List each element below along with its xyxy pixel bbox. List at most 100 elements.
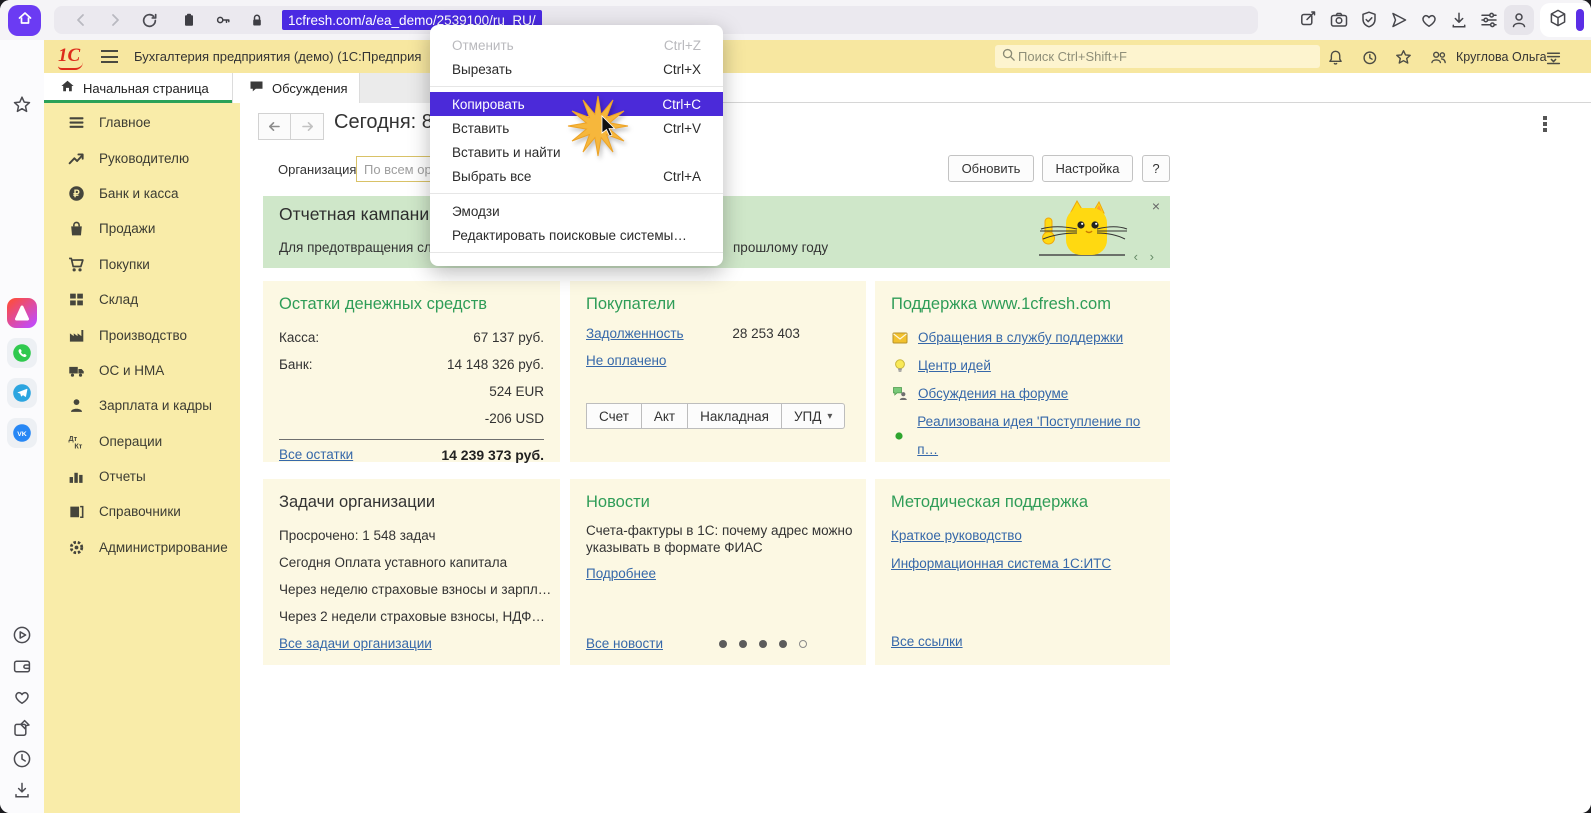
settings-button[interactable]: Настройка [1042, 155, 1133, 182]
browser-home-button[interactable] [8, 5, 41, 36]
telegram-icon[interactable] [7, 378, 37, 408]
svg-text:₽: ₽ [73, 189, 80, 200]
context-menu-item[interactable]: Редактировать поисковые системы… [430, 223, 723, 247]
methodical-link[interactable]: Краткое руководство [891, 528, 1022, 543]
heart-icon[interactable] [12, 687, 32, 707]
debt-link[interactable]: Задолженность [586, 326, 684, 341]
users-icon[interactable] [1429, 48, 1447, 66]
shopping-bag-icon [68, 220, 85, 237]
bookmarks-heart-icon[interactable] [1418, 9, 1440, 31]
reload-icon[interactable] [138, 9, 160, 31]
download-icon[interactable] [1448, 9, 1470, 31]
clipboard-icon[interactable] [178, 9, 200, 31]
banner-close-icon[interactable]: × [1152, 198, 1160, 214]
history-clock-icon[interactable] [12, 749, 32, 769]
refresh-button[interactable]: Обновить [948, 155, 1034, 182]
tab-discussions[interactable]: Обсуждения [233, 73, 360, 103]
favorites-icon[interactable] [1394, 48, 1412, 66]
document-button[interactable]: Акт [641, 403, 689, 429]
screenshot-camera-icon[interactable] [1328, 9, 1350, 31]
news-footer: Все новости [586, 636, 850, 651]
more-menu-icon[interactable] [1543, 116, 1547, 134]
history-icon[interactable] [1360, 48, 1378, 66]
banner-prev-icon[interactable]: ‹ [1134, 249, 1138, 264]
document-button[interactable]: УПД [781, 403, 846, 429]
carousel-dot[interactable] [758, 639, 767, 648]
key-icon[interactable] [212, 9, 234, 31]
whatsapp-icon[interactable] [7, 338, 37, 368]
banner-title: Отчетная кампани [279, 204, 430, 224]
news-more-link[interactable]: Подробнее [586, 566, 656, 581]
extensions-cube-icon[interactable] [1548, 8, 1568, 33]
support-link-row: Центр идей [891, 352, 1154, 380]
downloads-icon[interactable] [12, 780, 32, 800]
document-button[interactable]: Накладная [688, 403, 782, 429]
all-links-link[interactable]: Все ссылки [891, 634, 963, 649]
profile-user-icon[interactable] [1504, 5, 1534, 35]
user-name[interactable]: Круглова Ольга [1456, 50, 1547, 64]
lock-icon[interactable] [246, 9, 268, 31]
carousel-dot[interactable] [778, 639, 787, 648]
sidebar-item[interactable]: Зарплата и кадры [44, 388, 240, 423]
all-balances-link[interactable]: Все остатки [279, 447, 353, 462]
sidebar-toggle-bar[interactable] [1576, 9, 1584, 31]
vk-icon[interactable]: VK [7, 418, 37, 448]
protect-shield-icon[interactable] [1358, 9, 1380, 31]
sidebar-item[interactable]: Руководителю [44, 140, 240, 175]
sidebar-item[interactable]: Главное [44, 105, 240, 140]
forward-icon[interactable] [104, 9, 126, 31]
sidebar-item[interactable]: Справочники [44, 494, 240, 529]
all-news-link[interactable]: Все новости [586, 636, 663, 651]
sidebar-item[interactable]: Производство [44, 317, 240, 352]
browser-toolbar: 1cfresh.com/a/ea_demo/2539100/ru_RU/ [0, 0, 1591, 40]
search-input[interactable] [1016, 48, 1286, 65]
tab-home-page[interactable]: Начальная страница [44, 73, 233, 103]
app-tab-bar: Начальная страница Обсуждения [44, 73, 1591, 103]
support-link-row: Реализована идея 'Поступление по п… [891, 408, 1154, 464]
context-menu-item[interactable]: Вырезать Ctrl+X [430, 57, 723, 81]
carousel-dot[interactable] [798, 639, 807, 648]
svg-text:Кт: Кт [74, 441, 82, 449]
help-button[interactable]: ? [1142, 155, 1170, 182]
back-icon[interactable] [70, 9, 92, 31]
support-link[interactable]: Реализована идея 'Поступление по п… [917, 408, 1154, 464]
sidebar-item[interactable]: ОС и НМА [44, 353, 240, 388]
compose-icon[interactable] [1298, 9, 1320, 31]
cash-row: -206 USD [484, 411, 544, 426]
app-search[interactable] [995, 45, 1320, 68]
service-menu-icon[interactable] [1544, 48, 1562, 66]
methodical-link[interactable]: Информационная система 1С:ИТС [891, 556, 1111, 571]
nav-forward-button[interactable] [291, 113, 324, 140]
context-menu-item[interactable]: Эмодзи [430, 199, 723, 223]
collections-pin-icon[interactable] [12, 718, 32, 738]
widget-support: Поддержка www.1cfresh.com Обращения в сл… [875, 281, 1170, 462]
unpaid-link[interactable]: Не оплачено [586, 353, 666, 368]
context-menu-item[interactable]: Отменить Ctrl+Z [430, 33, 723, 57]
sidebar-item[interactable]: Дт Кт Операции [44, 424, 240, 459]
video-play-icon[interactable] [12, 625, 32, 645]
share-send-icon[interactable] [1388, 9, 1410, 31]
all-tasks-link[interactable]: Все задачи организации [279, 636, 432, 651]
sidebar-item[interactable]: Продажи [44, 211, 240, 246]
nav-back-button[interactable] [258, 113, 291, 140]
sidebar-item[interactable]: ₽ Банк и касса [44, 176, 240, 211]
sidebar-item[interactable]: Администрирование [44, 530, 240, 565]
support-link[interactable]: Центр идей [918, 352, 991, 380]
support-link[interactable]: Обращения в службу поддержки [918, 324, 1123, 352]
trend-arrow-icon [68, 150, 85, 167]
sidebar-item[interactable]: Покупки [44, 247, 240, 282]
notifications-bell-icon[interactable] [1326, 48, 1344, 66]
sidebar-item[interactable]: Склад [44, 282, 240, 317]
favorites-star-icon[interactable] [12, 95, 32, 115]
banner-next-icon[interactable]: › [1150, 249, 1154, 264]
support-link[interactable]: Обсуждения на форуме [918, 380, 1068, 408]
document-button[interactable]: Счет [586, 403, 642, 429]
wallet-icon[interactable] [12, 656, 32, 676]
app-menu-icon[interactable] [101, 50, 118, 63]
carousel-dot[interactable] [718, 639, 727, 648]
side-panel [1540, 3, 1591, 37]
carousel-dot[interactable] [738, 639, 747, 648]
sidebar-item[interactable]: Отчеты [44, 459, 240, 494]
tune-sliders-icon[interactable] [1478, 9, 1500, 31]
assistant-app-icon[interactable] [7, 298, 37, 328]
